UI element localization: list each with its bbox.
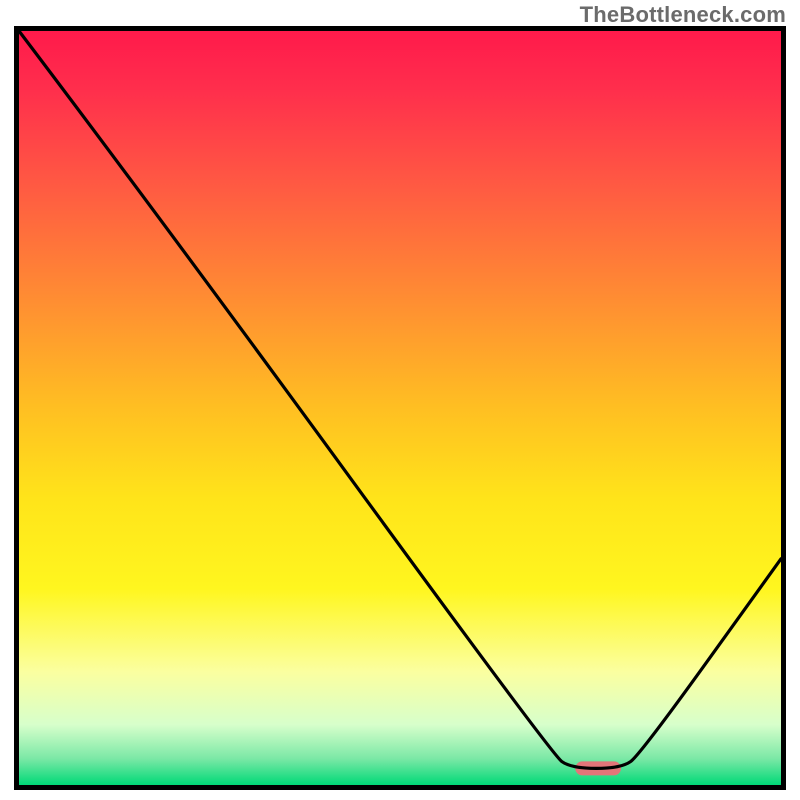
gradient-background: [19, 31, 781, 785]
chart-svg: [14, 26, 786, 790]
chart-frame: TheBottleneck.com: [0, 0, 800, 800]
plot-area: [14, 26, 786, 790]
watermark-text: TheBottleneck.com: [580, 2, 786, 28]
